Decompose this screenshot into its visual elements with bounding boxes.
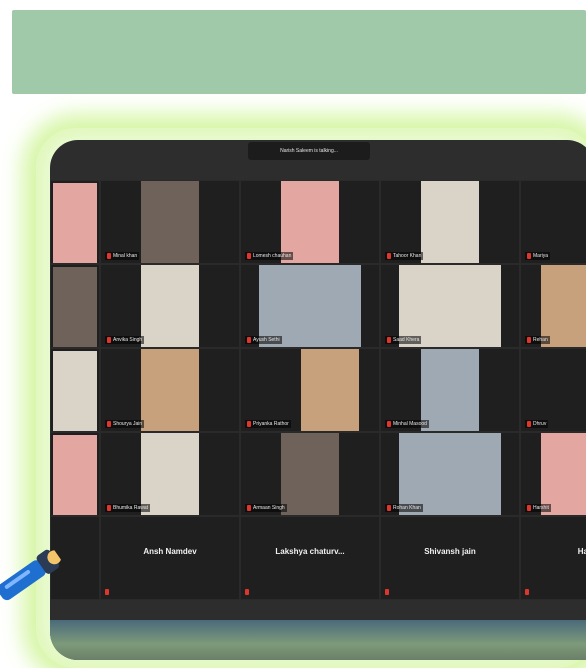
video-tile[interactable]: Ansh Namdev: [100, 516, 240, 600]
video-tile[interactable]: Minal khan: [100, 180, 240, 264]
video-tile[interactable]: Rohan Khan: [380, 432, 520, 516]
participant-grid: Minal khan Lomesh chauhan Tahoor Khan Ma…: [50, 180, 586, 600]
video-tile[interactable]: Dhruv: [520, 348, 586, 432]
mic-muted-icon: [105, 589, 109, 595]
video-tile[interactable]: Lomesh chauhan: [240, 180, 380, 264]
participant-name: Rohan Khan: [393, 505, 421, 511]
mic-muted-icon: [247, 421, 251, 427]
participant-name: Priyanka Rathor: [253, 421, 289, 427]
participant-name: Dhruv: [533, 421, 547, 427]
video-tile[interactable]: Tahoor Khan: [380, 180, 520, 264]
participant-name: Rehan: [533, 337, 548, 343]
mic-muted-icon: [527, 421, 531, 427]
participant-name: Mariya: [533, 253, 549, 259]
video-feed: [141, 349, 199, 431]
video-tile[interactable]: [50, 264, 100, 348]
video-tile[interactable]: Rehan: [520, 264, 586, 348]
video-feed: [421, 349, 479, 431]
mic-muted-icon: [527, 505, 531, 511]
participant-name-tag: Harshit: [525, 504, 551, 512]
participant-name: Lakshya chaturv...: [275, 547, 345, 556]
participant-name: Saad Khera: [393, 337, 420, 343]
video-tile[interactable]: Ayush Sethi: [240, 264, 380, 348]
participant-name-tag: Armaan Singh: [245, 504, 287, 512]
mic-muted-icon: [525, 589, 529, 595]
active-speaker-banner: Narish Saleem is talking...: [248, 142, 370, 160]
mic-muted-icon: [387, 337, 391, 343]
video-feed: [301, 349, 359, 431]
video-tile[interactable]: Mariya: [520, 180, 586, 264]
mic-muted-icon: [107, 253, 111, 259]
video-tile[interactable]: Minhal Masood: [380, 348, 520, 432]
mic-muted-icon: [387, 505, 391, 511]
participant-name-tag: Shourya Jain: [105, 420, 145, 428]
participant-name-tag: Rehan: [525, 336, 550, 344]
participant-name: Anvika Singh: [113, 337, 143, 343]
background-scenery: [50, 620, 586, 660]
participant-name-tag: Dhruv: [525, 420, 549, 428]
mic-muted-icon: [247, 337, 251, 343]
mic-muted-icon: [527, 337, 531, 343]
video-feed: [53, 183, 97, 263]
mic-muted-icon: [387, 253, 391, 259]
participant-name-tag: Minal khan: [105, 252, 140, 260]
video-feed: [141, 181, 199, 263]
video-feed: [53, 267, 97, 347]
video-feed: [421, 181, 479, 263]
video-tile[interactable]: Bhumika Rawat: [100, 432, 240, 516]
mic-muted-icon: [245, 589, 249, 595]
participant-name-tag: Rohan Khan: [385, 504, 423, 512]
video-tile[interactable]: Lakshya chaturv...: [240, 516, 380, 600]
participant-name: Minhal Masood: [393, 421, 427, 427]
participant-name-tag: Ayush Sethi: [245, 336, 282, 344]
participant-name-tag: Bhumika Rawat: [105, 504, 151, 512]
participant-name: Ansh Namdev: [143, 547, 197, 556]
video-tile[interactable]: Ha: [520, 516, 586, 600]
video-tile[interactable]: Saad Khera: [380, 264, 520, 348]
mic-muted-icon: [247, 253, 251, 259]
video-feed: [53, 351, 97, 431]
mic-muted-icon: [107, 421, 111, 427]
participant-name: Shivansh jain: [424, 547, 476, 556]
video-tile[interactable]: Shivansh jain: [380, 516, 520, 600]
mic-muted-icon: [527, 253, 531, 259]
participant-name: Shourya Jain: [113, 421, 143, 427]
mic-muted-icon: [385, 589, 389, 595]
participant-name-tag: Tahoor Khan: [385, 252, 424, 260]
participant-name: Bhumika Rawat: [113, 505, 149, 511]
participant-name: Tahoor Khan: [393, 253, 422, 259]
participant-name-tag: Priyanka Rathor: [245, 420, 291, 428]
video-feed: [281, 433, 339, 515]
participant-name-tag: Mariya: [525, 252, 551, 260]
video-tile[interactable]: [50, 432, 100, 516]
video-tile[interactable]: Harshit: [520, 432, 586, 516]
video-feed: [141, 265, 199, 347]
video-tile[interactable]: Priyanka Rathor: [240, 348, 380, 432]
video-tile[interactable]: [50, 348, 100, 432]
mic-muted-icon: [387, 421, 391, 427]
participant-name-tag: Anvika Singh: [105, 336, 145, 344]
participant-name: Harshit: [533, 505, 549, 511]
header-banner: [12, 10, 586, 94]
participant-name: Ha: [577, 547, 586, 556]
participant-name: Lomesh chauhan: [253, 253, 292, 259]
participant-name: Minal khan: [113, 253, 138, 259]
participant-name: Ayush Sethi: [253, 337, 280, 343]
video-tile[interactable]: Shourya Jain: [100, 348, 240, 432]
video-tile[interactable]: Anvika Singh: [100, 264, 240, 348]
video-tile[interactable]: [50, 180, 100, 264]
video-feed: [53, 435, 97, 515]
participant-name-tag: Saad Khera: [385, 336, 422, 344]
participant-name-tag: Lomesh chauhan: [245, 252, 294, 260]
participant-name: Armaan Singh: [253, 505, 285, 511]
video-tile[interactable]: Armaan Singh: [240, 432, 380, 516]
mic-muted-icon: [107, 505, 111, 511]
mic-muted-icon: [107, 337, 111, 343]
mic-muted-icon: [247, 505, 251, 511]
participant-name-tag: Minhal Masood: [385, 420, 429, 428]
